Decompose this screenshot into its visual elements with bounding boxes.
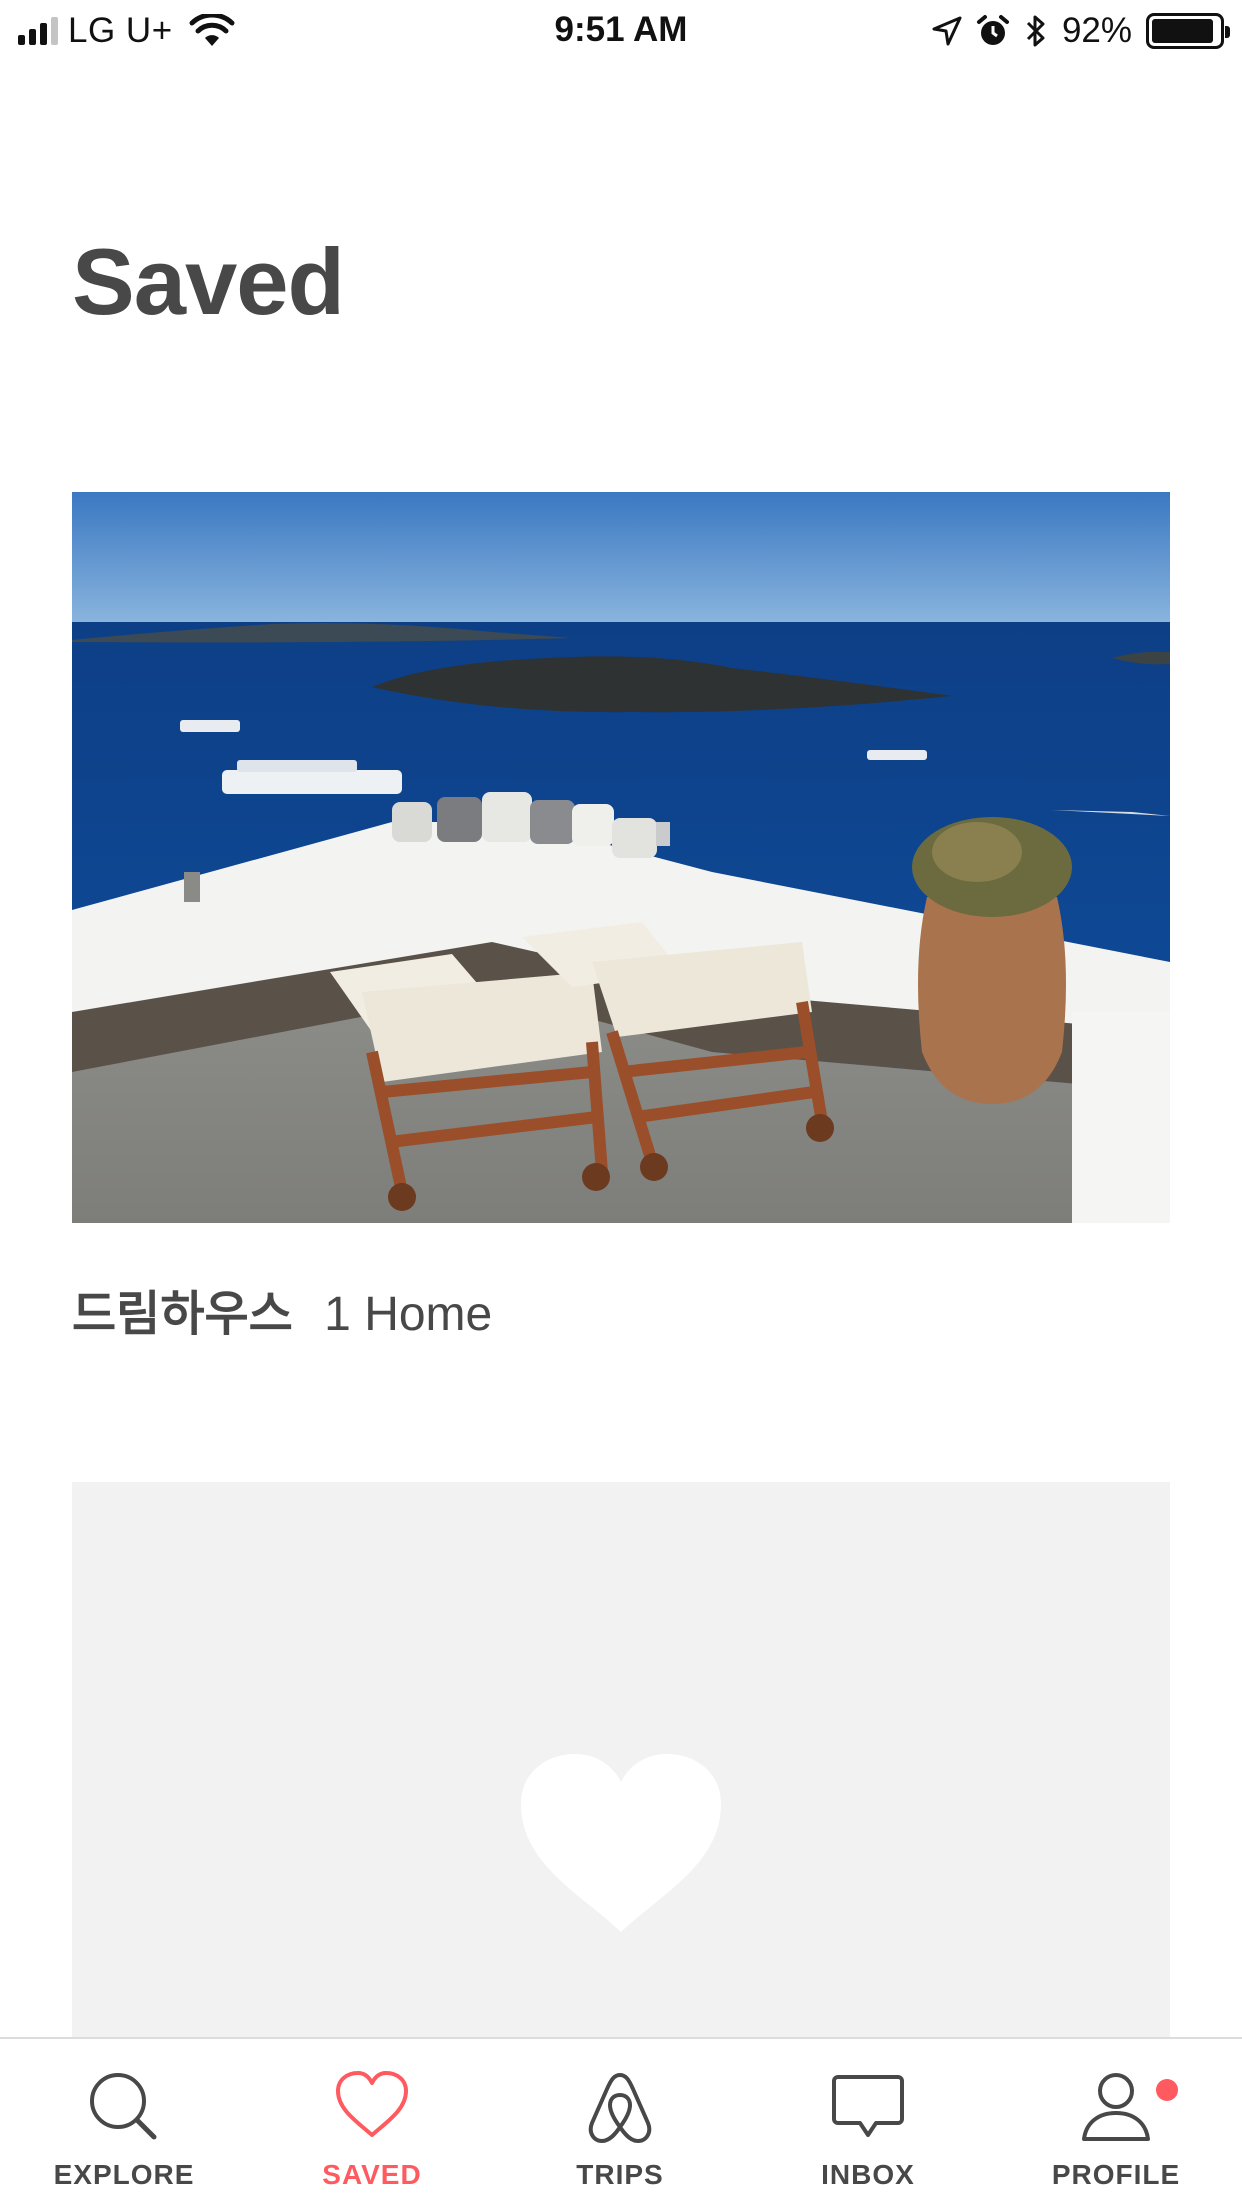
wishlist-card-caption[interactable]: 드림하우스 1 Home (72, 1274, 492, 1344)
tab-saved[interactable]: SAVED (262, 2039, 482, 2208)
tab-explore-label: EXPLORE (53, 2159, 195, 2190)
wishlist-card-image[interactable] (72, 492, 1170, 1223)
tab-profile[interactable]: PROFILE (1006, 2039, 1226, 2208)
status-bar: LG U+ 9:51 AM 92% (0, 0, 1242, 62)
battery-percentage: 92% (1061, 11, 1132, 50)
profile-notification-badge (1156, 2079, 1178, 2101)
tab-saved-label: SAVED (322, 2159, 422, 2190)
page-title: Saved (72, 229, 345, 334)
battery-level (1152, 19, 1213, 43)
tab-trips[interactable]: TRIPS (510, 2039, 730, 2208)
tab-inbox[interactable]: INBOX (758, 2039, 978, 2208)
tab-profile-label: PROFILE (1051, 2159, 1181, 2190)
tab-explore[interactable]: EXPLORE (14, 2039, 234, 2208)
location-arrow-icon (932, 16, 962, 46)
chat-icon (832, 2075, 904, 2137)
tab-bar: EXPLORE SAVED TRIPS INBOX PROFILE (0, 2037, 1242, 2208)
battery-icon (1146, 13, 1230, 49)
heart-placeholder-icon (521, 1754, 721, 1932)
heart-icon (336, 2071, 408, 2137)
wishlist-name: 드림하우스 (72, 1288, 293, 1341)
alarm-icon (976, 15, 1009, 45)
wishlist-count: 1 Home (324, 1288, 493, 1341)
profile-icon (1082, 2073, 1150, 2141)
search-icon (90, 2073, 157, 2140)
bluetooth-icon (1026, 15, 1045, 47)
santorini-terrace-photo (72, 492, 1170, 1223)
status-right: 92% (932, 10, 1230, 52)
tab-inbox-label: INBOX (821, 2159, 915, 2190)
airbnb-logo-icon (588, 2073, 652, 2143)
tab-trips-label: TRIPS (576, 2159, 664, 2190)
wishlist-card-empty[interactable] (72, 1482, 1170, 2042)
